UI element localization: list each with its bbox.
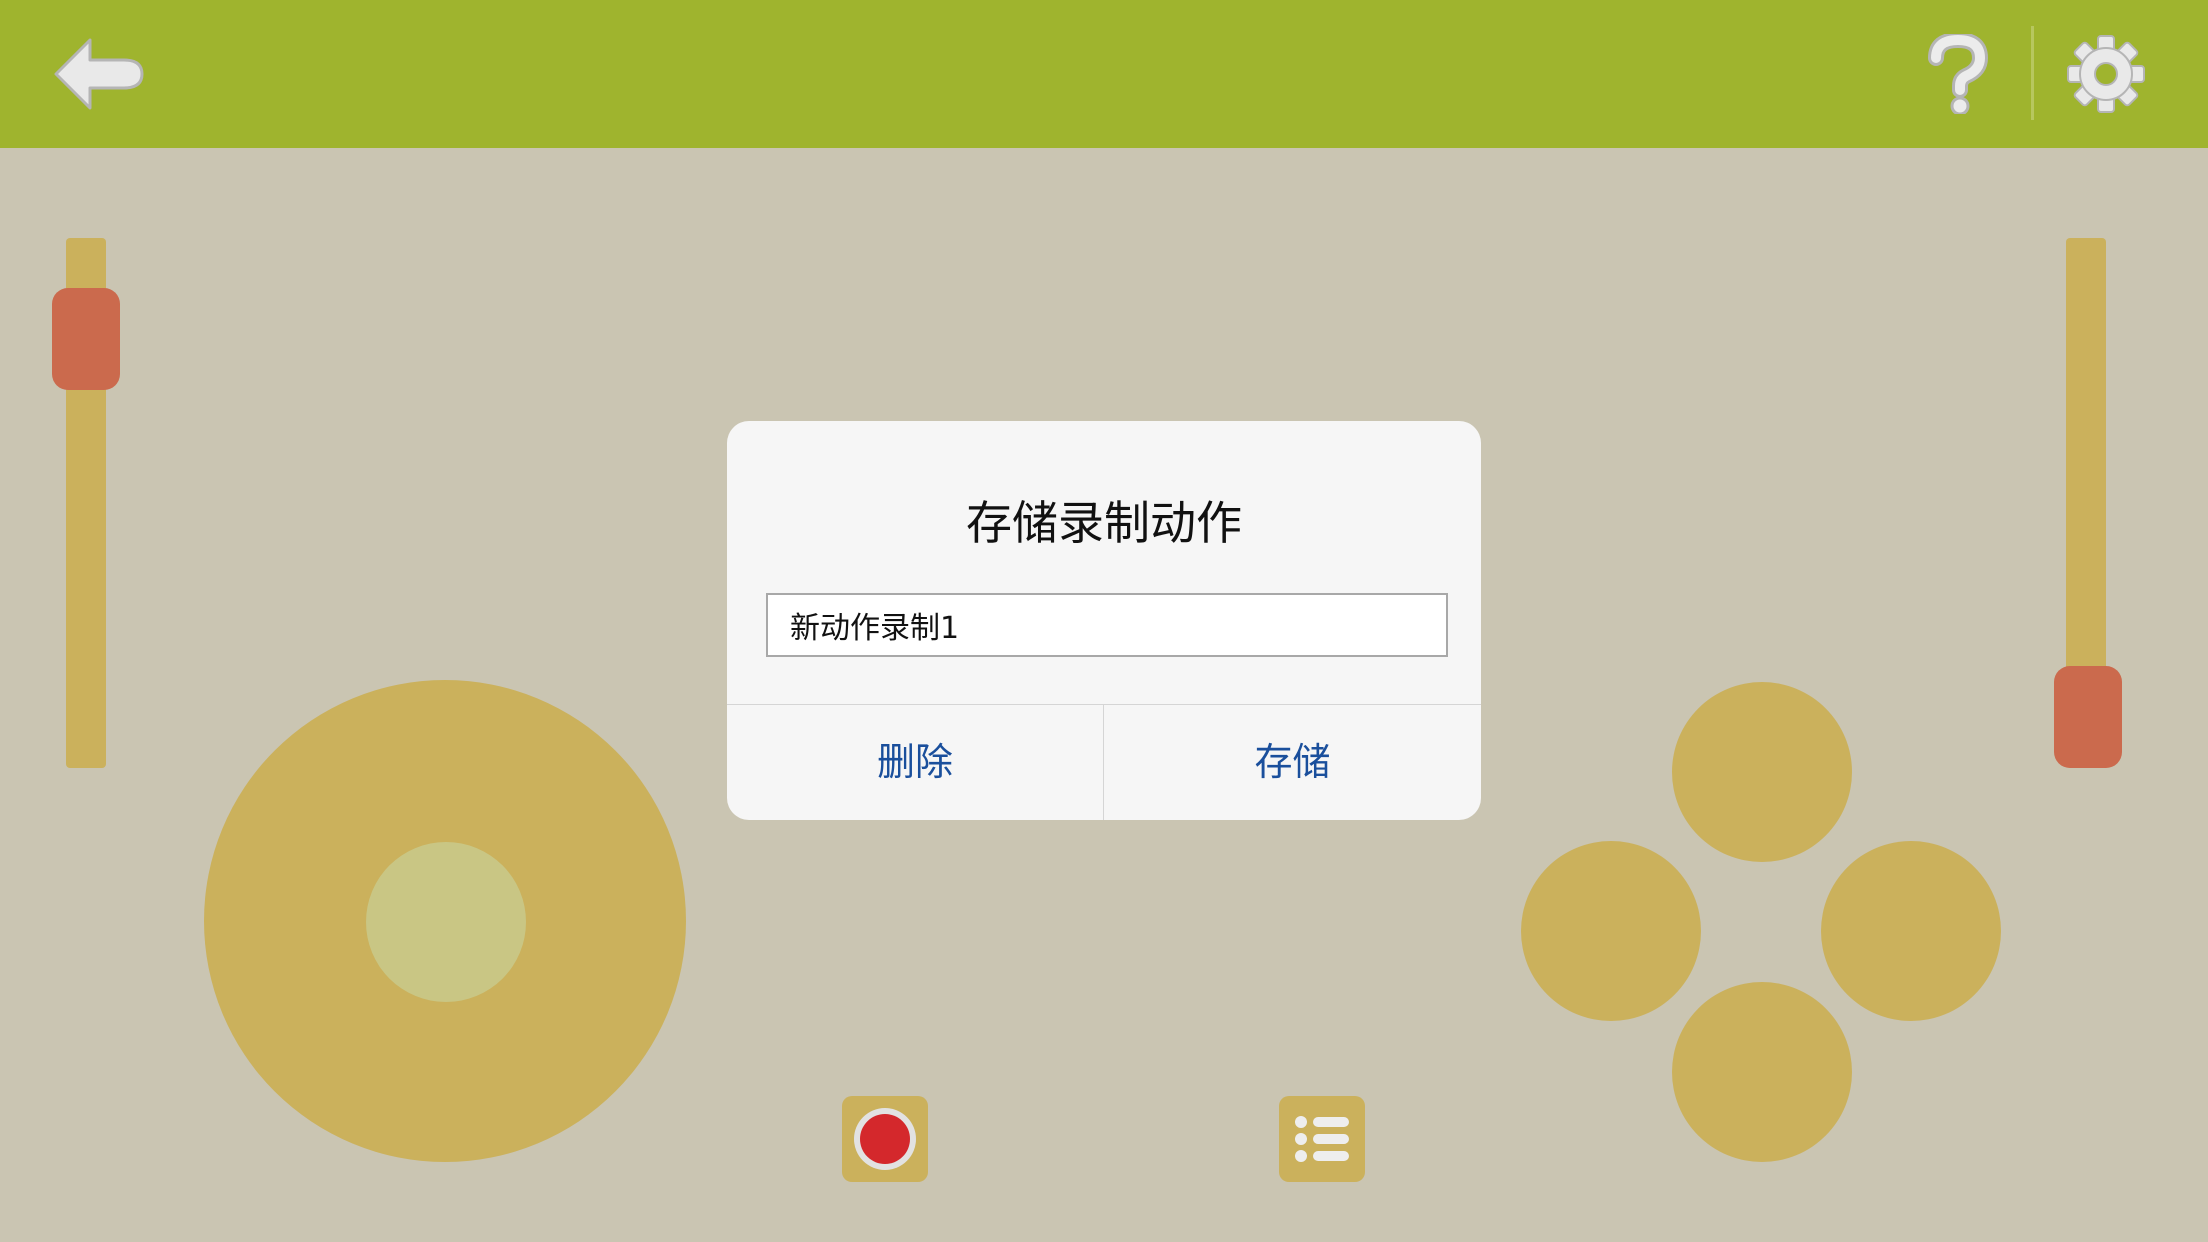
right-slider-handle[interactable] [2054,666,2122,768]
recording-name-input[interactable] [766,593,1448,657]
settings-button[interactable] [2066,34,2146,114]
game-controller-screen: 存储录制动作 删除 存储 [0,0,2208,1242]
action-list-button[interactable] [1279,1096,1365,1182]
save-recording-dialog: 存储录制动作 删除 存储 [727,421,1481,820]
action-button-down[interactable] [1672,982,1852,1162]
topbar-divider [2031,26,2034,120]
back-button[interactable] [52,36,146,112]
record-dot [860,1114,910,1164]
record-button[interactable] [842,1096,928,1182]
help-button[interactable] [1922,31,1994,116]
save-button[interactable]: 存储 [1104,705,1481,820]
gear-icon [2067,35,2145,113]
left-slider-handle[interactable] [52,288,120,390]
list-icon [1295,1116,1349,1162]
action-button-left[interactable] [1521,841,1701,1021]
back-arrow-icon [54,38,144,110]
dialog-title: 存储录制动作 [966,496,1242,550]
delete-button[interactable]: 删除 [727,705,1103,820]
joystick-knob[interactable] [366,842,526,1002]
top-bar [0,0,2208,148]
action-button-up[interactable] [1672,682,1852,862]
question-mark-icon [1928,31,1989,116]
action-button-right[interactable] [1821,841,2001,1021]
